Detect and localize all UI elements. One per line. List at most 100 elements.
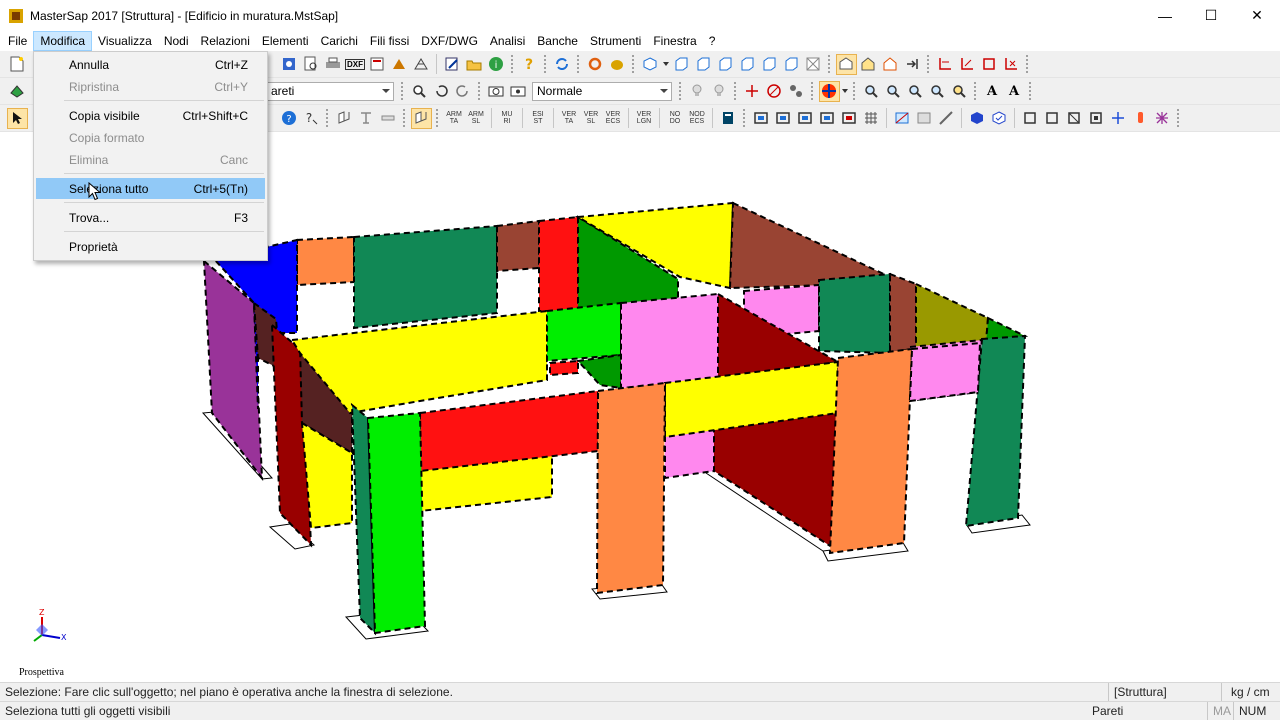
render-icon[interactable]	[389, 54, 410, 75]
perspective-icon[interactable]	[835, 53, 857, 75]
wall-right-olive[interactable]	[915, 282, 990, 350]
square-sel-icon-2[interactable]	[1042, 108, 1063, 129]
wall-back-teal[interactable]	[353, 224, 498, 330]
wall-right-pink-mid[interactable]	[908, 341, 982, 403]
view-dropdown-icon[interactable]	[662, 54, 670, 75]
menu-item-annulla[interactable]: Annulla Ctrl+Z	[36, 54, 265, 75]
menu-nodi[interactable]: Nodi	[158, 31, 195, 51]
beam-front-red[interactable]	[419, 389, 599, 473]
orbit-icon[interactable]	[764, 81, 785, 102]
view-back-icon[interactable]	[693, 54, 714, 75]
open-folder-icon[interactable]	[464, 54, 485, 75]
wall-back-brown-right[interactable]	[728, 201, 891, 290]
maximize-button[interactable]: ☐	[1188, 0, 1234, 31]
wall-select-icon[interactable]	[410, 107, 432, 129]
view-cube-icon[interactable]	[967, 108, 988, 129]
pan-icon[interactable]	[607, 54, 628, 75]
dxf-export-icon[interactable]: DXF	[345, 54, 366, 75]
zoom-extents-icon[interactable]	[927, 81, 948, 102]
menu-item-copia-visibile[interactable]: Copia visibile Ctrl+Shift+C	[36, 105, 265, 126]
check-view-icon[interactable]	[989, 108, 1010, 129]
menu-item-proprieta[interactable]: Proprietà	[36, 236, 265, 257]
line-tool-icon[interactable]	[936, 108, 957, 129]
menu-visualizza[interactable]: Visualizza	[92, 31, 158, 51]
area-icon[interactable]	[914, 108, 935, 129]
color-mode-dropdown-icon[interactable]	[841, 81, 849, 102]
ver-sl-button[interactable]: VER SL	[581, 108, 602, 129]
menu-file[interactable]: File	[2, 31, 33, 51]
ver-ta-button[interactable]: VER TA	[559, 108, 580, 129]
zoom-in-icon[interactable]	[883, 81, 904, 102]
menu-dxf-dwg[interactable]: DXF/DWG	[415, 31, 484, 51]
view-bottom-icon[interactable]	[781, 54, 802, 75]
new-file-icon[interactable]	[7, 54, 28, 75]
undo-view-icon[interactable]	[431, 81, 452, 102]
frame-icon-4[interactable]	[817, 108, 838, 129]
zoom-find-icon[interactable]	[409, 81, 430, 102]
zoom-out-icon[interactable]	[905, 81, 926, 102]
arm-ta-button[interactable]: ARM TA	[444, 108, 465, 129]
wall-back-brown[interactable]	[496, 219, 540, 273]
element-type-combo[interactable]: areti	[266, 81, 394, 101]
menu-item-copia-formato[interactable]: Copia formato	[36, 127, 265, 148]
square-sel-icon-3[interactable]	[1064, 108, 1085, 129]
report-icon[interactable]	[367, 54, 388, 75]
grid-frame-icon[interactable]	[861, 108, 882, 129]
menu-help[interactable]: ?	[703, 31, 722, 51]
minimize-button[interactable]: —	[1142, 0, 1188, 31]
menu-item-ripristina[interactable]: Ripristina Ctrl+Y	[36, 76, 265, 97]
square-sel-icon-4[interactable]	[1086, 108, 1107, 129]
no-do-button[interactable]: NO DO	[665, 108, 686, 129]
local-axes-icon[interactable]	[742, 81, 763, 102]
help-book-icon[interactable]	[279, 54, 300, 75]
menu-item-elimina[interactable]: Elimina Canc	[36, 149, 265, 170]
zoom-window-icon[interactable]	[949, 81, 970, 102]
menu-carichi[interactable]: Carichi	[315, 31, 364, 51]
context-help-icon[interactable]: ?	[301, 108, 322, 129]
structure-tree-icon[interactable]	[718, 108, 739, 129]
dimension-icon[interactable]	[957, 54, 978, 75]
arm-sl-button[interactable]: ARM SL	[466, 108, 487, 129]
view-3d-icon[interactable]	[640, 54, 661, 75]
menu-analisi[interactable]: Analisi	[484, 31, 531, 51]
refresh-icon[interactable]	[552, 54, 573, 75]
column-icon[interactable]	[356, 108, 377, 129]
rotate-icon[interactable]	[585, 54, 606, 75]
push-pin-icon[interactable]	[902, 54, 923, 75]
frame-icon-2[interactable]	[773, 108, 794, 129]
view-right-icon[interactable]	[737, 54, 758, 75]
ver-lgn-button[interactable]: VER LGN	[634, 108, 655, 129]
menu-item-seleziona-tutto[interactable]: Seleziona tutto Ctrl+5(Tn)	[36, 178, 265, 199]
light-icon[interactable]	[687, 81, 708, 102]
menu-banche[interactable]: Banche	[531, 31, 584, 51]
menu-modifica[interactable]: Modifica	[33, 31, 93, 51]
column-front-green[interactable]	[366, 411, 427, 635]
query-help-icon[interactable]: ?	[279, 108, 300, 129]
wall-middle-green[interactable]	[546, 301, 622, 363]
home-view-icon[interactable]	[858, 54, 879, 75]
wall-right-brown[interactable]	[889, 272, 917, 355]
menu-strumenti[interactable]: Strumenti	[584, 31, 647, 51]
camera-settings-icon[interactable]	[508, 81, 529, 102]
grid-icon[interactable]	[979, 54, 1000, 75]
paint-icon[interactable]	[1130, 108, 1151, 129]
axis-icon[interactable]	[935, 54, 956, 75]
wall-icon[interactable]	[334, 108, 355, 129]
text-size-down-icon[interactable]: A	[1004, 81, 1025, 102]
model-icon[interactable]	[7, 81, 28, 102]
column-right-orange[interactable]	[828, 347, 914, 555]
wall-back-red[interactable]	[538, 215, 579, 312]
info-icon[interactable]: i	[486, 54, 507, 75]
clear-icon[interactable]	[1001, 54, 1022, 75]
wall-middle-darkgreen[interactable]	[575, 353, 622, 390]
wall-middle-pink[interactable]	[620, 292, 719, 390]
mesh-icon[interactable]	[411, 54, 432, 75]
edit-icon[interactable]	[442, 54, 463, 75]
beam-icon[interactable]	[378, 108, 399, 129]
move-icon[interactable]	[1108, 108, 1129, 129]
camera-icon[interactable]	[486, 81, 507, 102]
esi-st-button[interactable]: ESI ST	[528, 108, 549, 129]
column-front-orange[interactable]	[595, 381, 667, 595]
color-mode-icon[interactable]	[818, 80, 840, 102]
square-sel-icon-1[interactable]	[1020, 108, 1041, 129]
